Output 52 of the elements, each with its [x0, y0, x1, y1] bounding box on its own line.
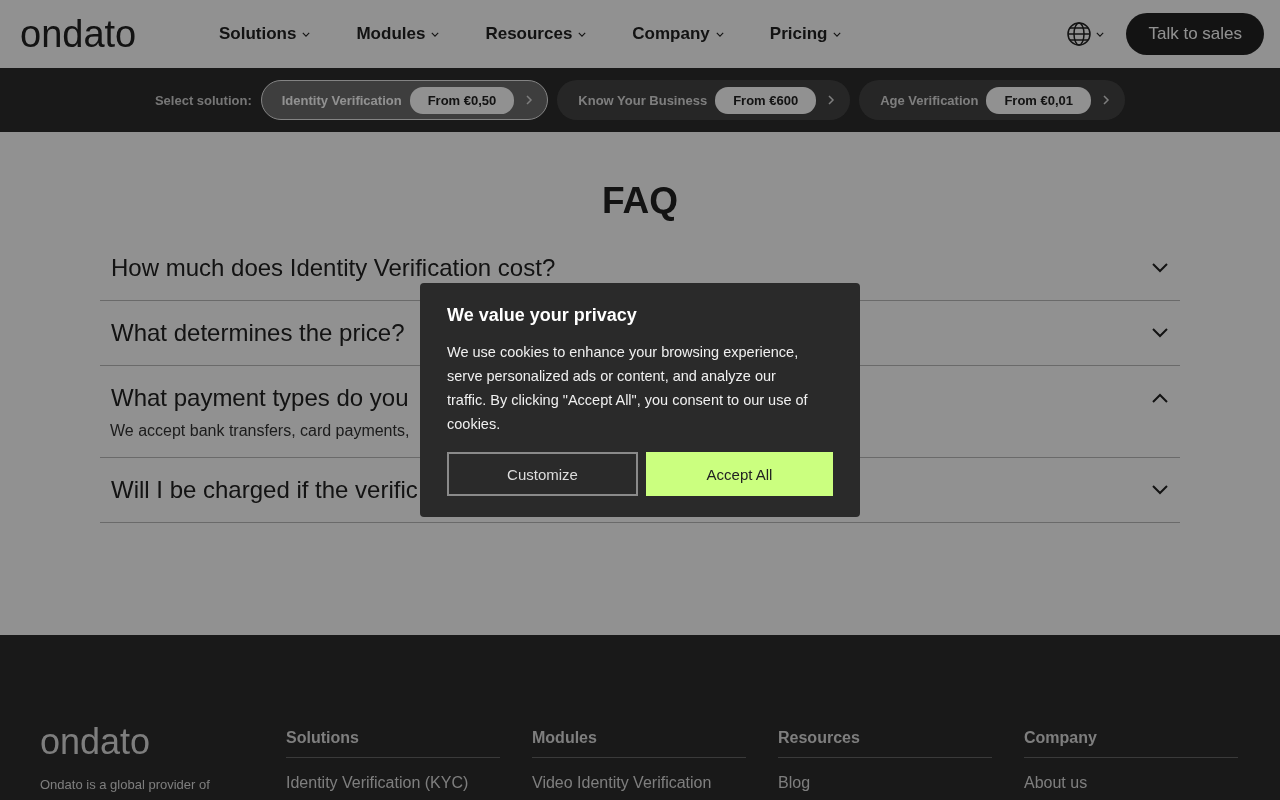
solution-name: Age Verification: [880, 92, 979, 108]
nav-link[interactable]: Company: [632, 24, 724, 44]
faq-answer: We accept bank transfers, card payments,: [110, 422, 410, 441]
footer-heading: Modules: [532, 721, 746, 758]
caret-icon: [302, 31, 311, 37]
caret-icon: [833, 31, 842, 37]
nav-link[interactable]: Resources: [485, 24, 587, 44]
solution-option[interactable]: Age Verification From €0,01: [859, 80, 1126, 120]
chevron-right-icon: [526, 95, 534, 105]
chevron-down-icon[interactable]: [1152, 485, 1168, 495]
faq-title: FAQ: [600, 180, 680, 222]
caret-icon: [715, 31, 724, 37]
footer-link[interactable]: Video Identity Verification: [532, 774, 746, 792]
solution-option[interactable]: Identity Verification From €0,50: [260, 80, 549, 120]
footer-link[interactable]: About us: [1024, 774, 1238, 792]
faq-question[interactable]: How much does Identity Verification cost?: [111, 254, 556, 282]
dialog-title: We value your privacy: [447, 305, 638, 326]
caret-icon: [578, 31, 587, 37]
solution-name: Know Your Business: [578, 92, 708, 108]
caret-icon: [431, 31, 440, 37]
price-badge: From €0,01: [986, 86, 1092, 114]
language-button[interactable]: [1066, 21, 1105, 47]
footer-heading: Resources: [778, 721, 992, 758]
chevron-right-icon: [1103, 95, 1111, 105]
faq-question[interactable]: What payment types do you: [111, 384, 409, 412]
chevron-up-icon[interactable]: [1152, 393, 1168, 403]
nav-link[interactable]: Solutions: [219, 24, 311, 44]
chevron-down-icon[interactable]: [1152, 328, 1168, 338]
footer-link[interactable]: Identity Verification (KYC): [286, 774, 500, 792]
caret-icon: [1096, 31, 1105, 37]
price-badge: From €600: [715, 86, 817, 114]
solution-name: Identity Verification: [281, 92, 402, 108]
footer-heading: Solutions: [286, 721, 500, 758]
globe-icon: [1066, 21, 1093, 47]
footer-logo[interactable]: ondato: [40, 721, 254, 763]
talk-to-sales-button[interactable]: Talk to sales: [1126, 13, 1264, 55]
nav-link[interactable]: Modules: [356, 24, 440, 44]
dialog-text: We use cookies to enhance your browsing experience, serve personalized ads or content, and analyze our traffic. By clicking "Accept All", you consent to our use of cookies.: [447, 343, 809, 434]
chevron-down-icon[interactable]: [1152, 263, 1168, 273]
footer-link[interactable]: Blog: [778, 774, 992, 792]
faq-question[interactable]: Will I be charged if the verific: [111, 476, 418, 504]
customize-button[interactable]: Customize: [447, 452, 638, 496]
faq-question[interactable]: What determines the price?: [111, 319, 405, 347]
footer-description: Ondato is a global provider of: [40, 777, 211, 792]
chevron-right-icon: [828, 95, 836, 105]
footer-heading: Company: [1024, 721, 1238, 758]
nav-link[interactable]: Pricing: [769, 24, 842, 44]
price-badge: From €0,50: [409, 86, 515, 114]
solution-option[interactable]: Know Your Business From €600: [557, 80, 851, 120]
accept-all-button[interactable]: Accept All: [646, 452, 833, 496]
logo[interactable]: ondato: [20, 12, 219, 56]
solution-label: Select solution:: [154, 92, 252, 108]
